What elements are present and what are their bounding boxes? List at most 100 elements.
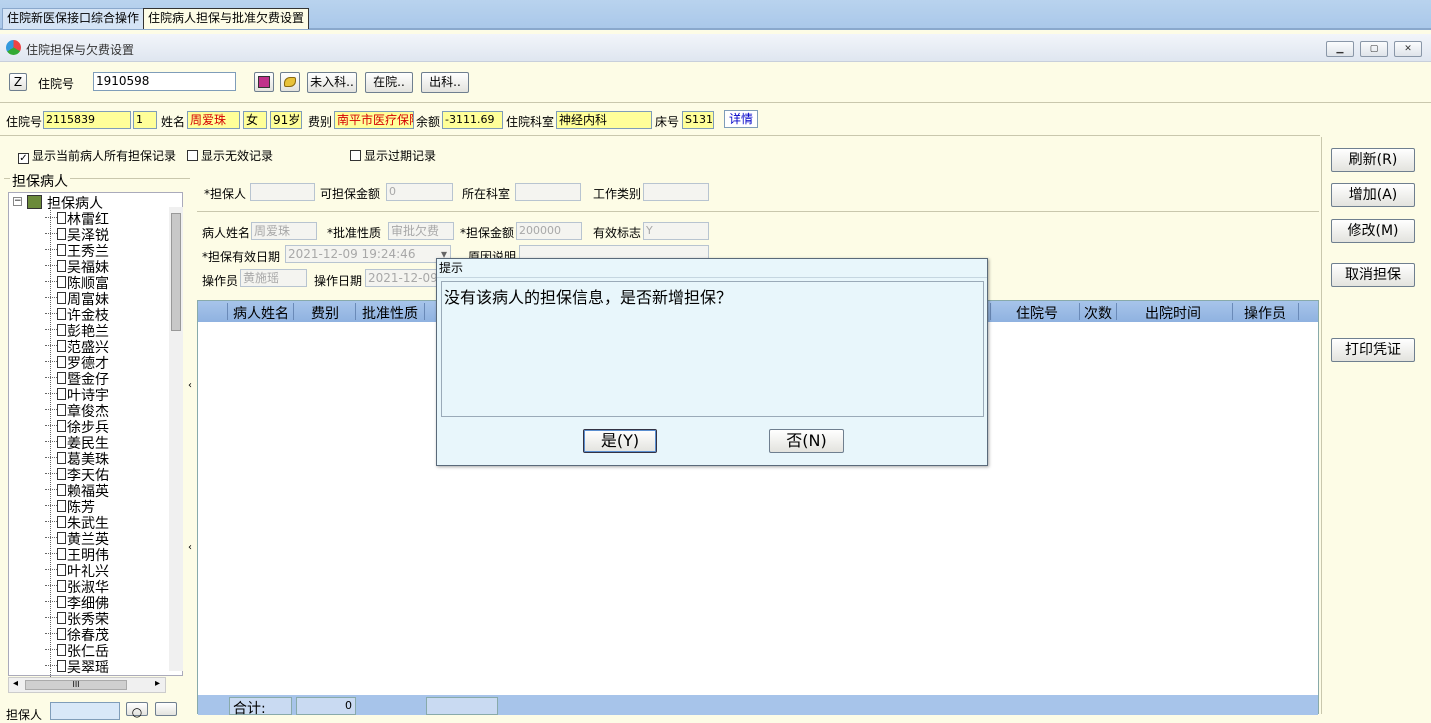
checkbox-icon [187,150,198,161]
dialog-message: 没有该病人的担保信息，是否新增担保？ [441,281,984,417]
document-icon [57,516,66,528]
document-icon [57,420,66,432]
document-icon [57,564,66,576]
tree-connector [45,505,57,506]
balance-label: 余额 [416,115,441,129]
tree-connector [45,633,57,634]
valid-date-value: 2021-12-09 19:24:46 [288,247,416,261]
not-admitted-button[interactable]: 未入科.. [307,72,357,93]
document-icon [57,244,66,256]
document-icon [57,596,66,608]
app-logo-icon [6,40,21,55]
maximize-button[interactable]: ▢ [1360,41,1388,57]
form-dept-field [515,183,581,201]
window-titlebar: 住院担保与欠费设置 ▁ ▢ ✕ [0,34,1431,62]
scroll-left-icon[interactable]: ◂ [13,678,18,689]
tree-connector [45,329,57,330]
print-voucher-button[interactable]: 打印凭证 [1331,338,1415,362]
modify-button[interactable]: 修改(M) [1331,219,1415,243]
col-count[interactable]: 次数 [1084,303,1112,323]
brush-clear-icon[interactable] [280,72,300,92]
guarantor-label: *担保人 [204,187,247,201]
filter-all-records[interactable]: ✓ 显示当前病人所有担保记录 [18,147,176,164]
cancel-guarantee-button[interactable]: 取消担保 [1331,263,1415,287]
close-button[interactable]: ✕ [1394,41,1422,57]
document-icon [57,404,66,416]
amount-avail-label: 可担保金额 [320,187,381,201]
card-reader-icon[interactable] [254,72,274,92]
total-cell [426,697,498,715]
patient-name-field: 周爱珠 [187,111,240,129]
tree-connector [45,249,57,250]
document-icon [57,324,66,336]
document-icon [57,212,66,224]
tree-connector [45,473,57,474]
tree-collapse-icon[interactable]: − [13,197,22,206]
tree-connector [45,313,57,314]
discharged-button[interactable]: 出科.. [421,72,469,93]
splitter-expand-icon[interactable]: ‹ [188,542,195,556]
dialog-yes-button[interactable]: 是(Y) [583,429,657,453]
col-discharge-time[interactable]: 出院时间 [1145,303,1201,323]
tree-connector [45,425,57,426]
in-hospital-button[interactable]: 在院.. [365,72,413,93]
filter-invalid-records[interactable]: 显示无效记录 [187,147,273,164]
nature-select[interactable]: 审批欠费 [388,222,454,240]
filter-all-label: 显示当前病人所有担保记录 [32,149,177,163]
balance-field: -3111.69 [442,111,503,129]
detail-button[interactable]: 详情 [724,110,758,128]
tree-connector [45,569,57,570]
col-fee-type[interactable]: 费别 [311,303,339,323]
tree-connector [45,345,57,346]
scroll-right-icon[interactable]: ▸ [155,678,160,689]
refresh-button[interactable]: 刷新(R) [1331,148,1415,172]
guarantor-input[interactable] [250,183,315,201]
amount-input[interactable]: 200000 [516,222,582,240]
tree-vscroll-thumb[interactable] [171,213,181,331]
tree-connector [45,409,57,410]
add-button[interactable]: 增加(A) [1331,183,1415,207]
patient-admission-field: 2115839 [43,111,131,129]
filter-expired-records[interactable]: 显示过期记录 [350,147,436,164]
col-admission-no[interactable]: 住院号 [1016,303,1058,323]
dialog-no-button[interactable]: 否(N) [769,429,844,453]
col-operator[interactable]: 操作员 [1244,303,1286,323]
document-icon [57,452,66,464]
sidebar-divider [1321,137,1322,714]
col-patient-name[interactable]: 病人姓名 [233,303,289,323]
splitter-collapse-icon[interactable]: ‹ [188,380,195,394]
patient-admission-label: 住院号 [6,115,43,129]
tree-connector [45,521,57,522]
tree-connector [45,297,57,298]
bottom-guarantor-input[interactable] [50,702,120,720]
document-icon [57,276,66,288]
work-type-label: 工作类别 [593,187,642,201]
tree-hscroll-thumb[interactable]: III [25,680,127,690]
prompt-dialog: 提示 没有该病人的担保信息，是否新增担保？ 是(Y) 否(N) [436,258,988,466]
tree-connector [45,537,57,538]
fee-type-field: 南平市医疗保险 [334,111,414,129]
patient-name-label: 姓名 [161,115,186,129]
operator-field: 黄施瑶 [240,269,307,287]
tab-guarantee-settings[interactable]: 住院病人担保与批准欠费设置 [143,8,310,29]
col-approval-nature[interactable]: 批准性质 [362,303,418,323]
z-button[interactable]: Z [9,73,27,91]
book-icon [27,195,42,209]
document-icon [57,644,66,656]
tree-connector [45,489,57,490]
valid-flag-label: 有效标志 [593,226,642,240]
tree-hscrollbar[interactable]: ◂ III ▸ [8,677,166,693]
work-type-field [643,183,709,201]
valid-date-picker[interactable]: 2021-12-09 19:24:46 ▾ [285,245,451,263]
document-icon [57,436,66,448]
minimize-button[interactable]: ▁ [1326,41,1354,57]
admission-input[interactable]: 1910598 [93,72,236,91]
tree-item[interactable]: 吴翠瑶 [67,657,109,677]
tree-vscrollbar[interactable] [169,207,183,671]
form-dept-label: 所在科室 [462,187,511,201]
document-icon [57,388,66,400]
tab-insurance-interface[interactable]: 住院新医保接口综合操作 [2,8,145,29]
valid-flag-field[interactable]: Y [643,222,709,240]
guarantee-patient-tree[interactable]: − 担保病人 林雷红 吴泽锐 王秀兰 吴福妹 陈顺富 周富妹 许金枝 彭艳兰 范盛兴 罗德才 暨金仔… [8,192,183,677]
document-icon [57,468,66,480]
